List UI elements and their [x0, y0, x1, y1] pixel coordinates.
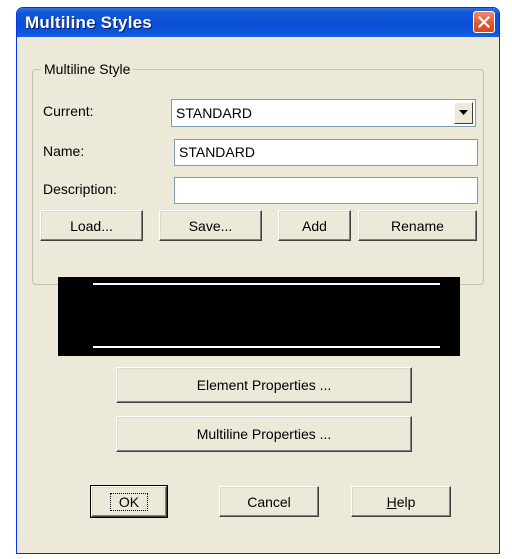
- current-style-value: STANDARD: [176, 105, 252, 121]
- dialog-title: Multiline Styles: [25, 13, 152, 32]
- dropdown-button[interactable]: [454, 102, 473, 124]
- ok-button[interactable]: OK: [90, 485, 168, 518]
- dialog-body: Multiline Style Current: STANDARD Name: …: [20, 37, 496, 550]
- preview-line-bottom: [93, 346, 440, 348]
- multiline-styles-dialog: Multiline Styles Multiline Style Current…: [16, 7, 500, 554]
- rename-button[interactable]: Rename: [358, 210, 477, 241]
- add-button[interactable]: Add: [278, 210, 351, 241]
- multiline-preview: [58, 277, 460, 356]
- help-mnemonic: H: [386, 493, 397, 510]
- preview-line-top: [93, 283, 440, 285]
- element-properties-button[interactable]: Element Properties ...: [116, 367, 412, 403]
- help-button[interactable]: Help: [351, 486, 451, 517]
- multiline-style-group: Multiline Style Current: STANDARD Name: …: [32, 61, 484, 285]
- help-label: Help: [387, 494, 416, 510]
- name-label: Name:: [43, 143, 85, 159]
- current-style-select[interactable]: STANDARD: [171, 99, 476, 127]
- group-legend: Multiline Style: [41, 61, 134, 77]
- multiline-properties-button[interactable]: Multiline Properties ...: [116, 416, 412, 452]
- cancel-button[interactable]: Cancel: [219, 486, 319, 517]
- description-field[interactable]: [174, 177, 478, 204]
- ok-label: OK: [109, 492, 149, 511]
- help-label-rest: elp: [396, 493, 416, 510]
- save-button[interactable]: Save...: [159, 210, 262, 241]
- chevron-down-icon: [459, 110, 468, 115]
- description-label: Description:: [43, 181, 117, 197]
- close-icon: [478, 16, 490, 28]
- title-bar[interactable]: Multiline Styles: [17, 8, 499, 37]
- load-button[interactable]: Load...: [40, 210, 143, 241]
- close-button[interactable]: [473, 11, 495, 33]
- name-field[interactable]: STANDARD: [174, 139, 478, 166]
- current-label: Current:: [43, 103, 94, 119]
